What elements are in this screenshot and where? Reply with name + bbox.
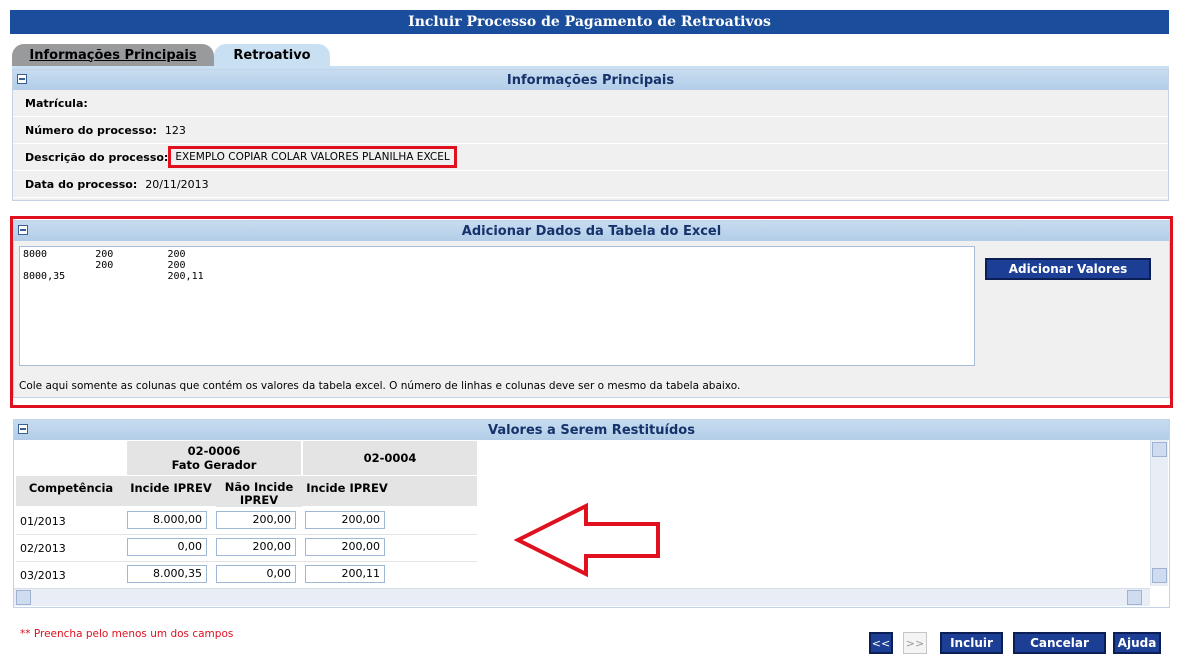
- tab-retroativo[interactable]: Retroativo: [214, 44, 330, 66]
- collapse-icon[interactable]: [18, 225, 28, 235]
- group-code: 02-0006: [187, 444, 241, 458]
- scroll-left-button[interactable]: [16, 590, 31, 605]
- matricula-label: Matrícula:: [25, 96, 88, 110]
- incide-iprev-input[interactable]: 8.000,35: [127, 565, 207, 583]
- nao-incide-iprev-input[interactable]: 0,00: [216, 565, 296, 583]
- values-panel-title: Valores a Serem Restituídos: [488, 422, 695, 438]
- descricao-highlight: EXEMPLO COPIAR COLAR VALORES PLANILHA EX…: [168, 146, 457, 168]
- previous-button[interactable]: <<: [869, 632, 893, 654]
- incide-iprev-2-input[interactable]: 200,11: [305, 565, 385, 583]
- scroll-up-button[interactable]: [1152, 442, 1167, 457]
- scroll-right-button[interactable]: [1127, 590, 1142, 605]
- competencia-cell: 03/2013: [20, 569, 66, 582]
- collapse-icon[interactable]: [18, 424, 28, 434]
- data-processo-label: Data do processo:: [25, 177, 138, 191]
- nao-incide-iprev-input[interactable]: 200,00: [216, 538, 296, 556]
- next-button[interactable]: >>: [903, 632, 927, 654]
- column-header-nao-incide-iprev: Não Incide IPREV: [216, 481, 302, 507]
- horizontal-scrollbar[interactable]: [14, 588, 1150, 606]
- competencia-cell: 01/2013: [20, 515, 66, 528]
- nao-incide-iprev-input[interactable]: 200,00: [216, 511, 296, 529]
- vertical-scrollbar[interactable]: [1150, 440, 1168, 586]
- excel-paste-textarea[interactable]: 8000 200 200 200 200 8000,35 200,11: [19, 246, 975, 366]
- column-header-incide-iprev: Incide IPREV: [127, 481, 215, 495]
- column-header-incide-iprev-2: Incide IPREV: [303, 481, 391, 495]
- numero-processo-value: 123: [164, 123, 186, 137]
- group-header-02-0006: 02-0006 Fato Gerador: [127, 441, 301, 475]
- group-sub: Fato Gerador: [171, 458, 257, 472]
- info-panel: Informações Principais Matrícula: Número…: [12, 69, 1169, 201]
- column-header-competencia: Competência: [16, 481, 126, 495]
- descricao-processo-value: EXEMPLO COPIAR COLAR VALORES PLANILHA EX…: [175, 151, 450, 163]
- required-fields-note: ** Preencha pelo menos um dos campos: [20, 628, 234, 640]
- window-title: Incluir Processo de Pagamento de Retroat…: [10, 10, 1169, 34]
- adicionar-valores-button[interactable]: Adicionar Valores: [985, 258, 1151, 280]
- info-panel-title: Informações Principais: [506, 72, 675, 88]
- red-arrow-annotation: [513, 502, 660, 578]
- incide-iprev-2-input[interactable]: 200,00: [305, 511, 385, 529]
- scroll-down-button[interactable]: [1152, 568, 1167, 583]
- field-numero-processo: Número do processo: 123: [13, 117, 1168, 144]
- incluir-button[interactable]: Incluir: [940, 632, 1003, 654]
- excel-hint: Cole aqui somente as colunas que contém …: [19, 380, 741, 392]
- tab-informacoes-principais[interactable]: Informações Principais: [12, 44, 214, 66]
- numero-processo-label: Número do processo:: [25, 123, 157, 137]
- cancelar-button[interactable]: Cancelar: [1013, 632, 1106, 654]
- descricao-processo-label: Descrição do processo:: [25, 150, 169, 164]
- group-header-02-0004: 02-0004: [303, 441, 477, 475]
- ajuda-button[interactable]: Ajuda: [1113, 632, 1161, 654]
- field-descricao-processo: Descrição do processo: EXEMPLO COPIAR CO…: [13, 144, 1168, 171]
- incide-iprev-input[interactable]: 0,00: [127, 538, 207, 556]
- excel-panel-title: Adicionar Dados da Tabela do Excel: [461, 223, 722, 239]
- collapse-icon[interactable]: [17, 74, 27, 84]
- values-panel-header: Valores a Serem Restituídos: [14, 420, 1169, 440]
- excel-panel-header: Adicionar Dados da Tabela do Excel: [14, 221, 1169, 241]
- group-code: 02-0004: [363, 451, 417, 465]
- field-matricula: Matrícula:: [13, 90, 1168, 117]
- competencia-cell: 02/2013: [20, 542, 66, 555]
- incide-iprev-2-input[interactable]: 200,00: [305, 538, 385, 556]
- data-processo-value: 20/11/2013: [145, 177, 209, 191]
- incide-iprev-input[interactable]: 8.000,00: [127, 511, 207, 529]
- info-panel-header: Informações Principais: [13, 70, 1168, 90]
- field-data-processo: Data do processo: 20/11/2013: [13, 171, 1168, 198]
